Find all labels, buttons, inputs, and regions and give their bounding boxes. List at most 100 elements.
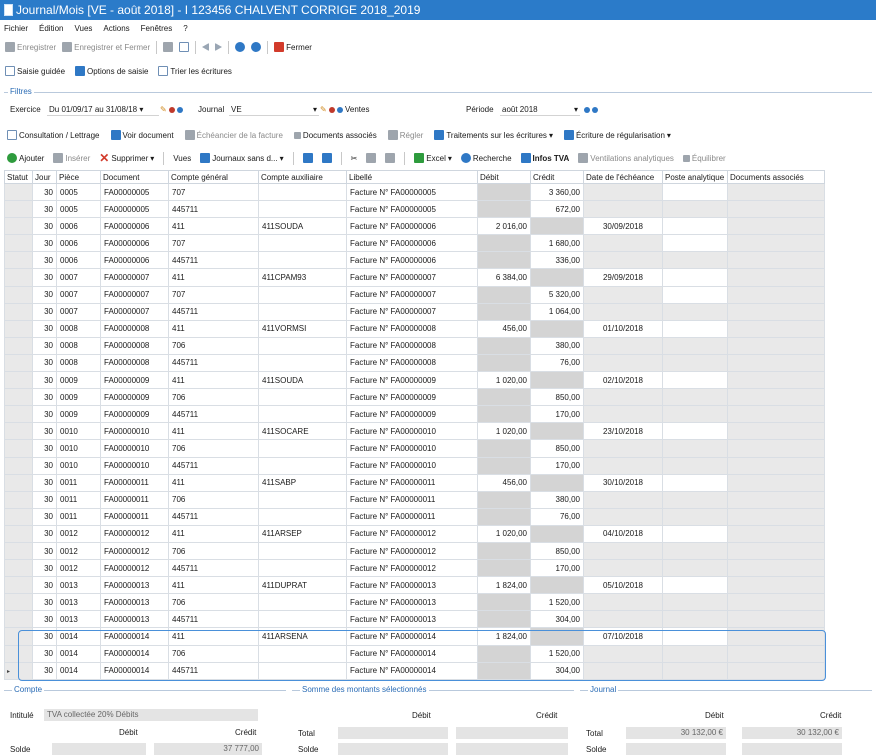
debit-cell[interactable]: 2 016,00	[477, 217, 531, 236]
piece-cell[interactable]: 0009	[56, 405, 101, 424]
document-cell[interactable]: FA00000014	[100, 644, 169, 663]
due-date-cell[interactable]	[583, 490, 663, 509]
undo-button[interactable]	[200, 43, 211, 51]
day-cell[interactable]: 30	[32, 559, 57, 578]
label-cell[interactable]: Facture N° FA00000011	[346, 473, 478, 492]
general-account-cell[interactable]: 445711	[168, 405, 259, 424]
piece-cell[interactable]: 0009	[56, 371, 101, 390]
general-account-cell[interactable]: 445711	[168, 353, 259, 373]
general-account-cell[interactable]: 706	[168, 644, 259, 663]
general-account-cell[interactable]: 445711	[168, 251, 259, 270]
document-cell[interactable]: FA00000011	[100, 473, 169, 492]
document-cell[interactable]: FA00000012	[100, 559, 169, 578]
analytic-cell[interactable]	[662, 268, 728, 287]
table-row[interactable]: 30 0010 FA00000010 445711 Facture N° FA00000…	[4, 456, 825, 475]
cut-button[interactable]: ✂	[349, 154, 360, 163]
status-cell[interactable]	[4, 422, 33, 441]
due-date-cell[interactable]	[583, 593, 663, 612]
document-cell[interactable]: FA00000007	[100, 268, 169, 287]
table-row[interactable]: 30 0006 FA00000006 411 411SOUDA Facture N° FA…	[4, 217, 825, 236]
grid-reset-button[interactable]	[320, 153, 334, 163]
due-date-cell[interactable]: 05/10/2018	[583, 576, 663, 595]
debit-cell[interactable]: 456,00	[477, 473, 531, 492]
aux-account-cell[interactable]	[258, 182, 347, 202]
debit-cell[interactable]	[477, 302, 531, 321]
menu-fichier[interactable]: Fichier	[4, 24, 28, 33]
document-cell[interactable]: FA00000014	[100, 627, 169, 646]
analytic-cell[interactable]	[662, 644, 728, 663]
general-account-cell[interactable]: 707	[168, 234, 259, 253]
redo-button[interactable]	[213, 43, 224, 51]
table-row[interactable]: 30 0006 FA00000006 445711 Facture N° FA00000…	[4, 251, 825, 270]
analytic-cell[interactable]	[662, 422, 728, 441]
day-cell[interactable]: 30	[32, 182, 57, 202]
add-button[interactable]: Ajouter	[5, 153, 46, 163]
excel-button[interactable]: Excel ▾	[412, 153, 454, 163]
day-cell[interactable]: 30	[32, 285, 57, 304]
analytic-cell[interactable]	[662, 661, 728, 680]
document-cell[interactable]: FA00000008	[100, 353, 169, 373]
table-row[interactable]: 30 0007 FA00000007 411 411CPAM93 Facture N° F…	[4, 268, 825, 287]
day-cell[interactable]: 30	[32, 371, 57, 390]
print-button[interactable]	[161, 42, 175, 52]
label-cell[interactable]: Facture N° FA00000007	[346, 268, 478, 287]
status-cell[interactable]	[4, 439, 33, 458]
document-cell[interactable]: FA00000006	[100, 234, 169, 253]
general-account-cell[interactable]: 707	[168, 182, 259, 202]
associated-docs-cell[interactable]	[727, 610, 825, 629]
aux-account-cell[interactable]	[258, 559, 347, 578]
label-cell[interactable]: Facture N° FA00000013	[346, 593, 478, 612]
associated-docs-cell[interactable]	[727, 302, 825, 321]
day-cell[interactable]: 30	[32, 405, 57, 424]
day-cell[interactable]: 30	[32, 473, 57, 492]
aux-account-cell[interactable]: 411DUPRAT	[258, 576, 347, 595]
associated-docs-cell[interactable]	[727, 336, 825, 355]
menu-fenetres[interactable]: Fenêtres	[141, 24, 173, 33]
piece-cell[interactable]: 0007	[56, 268, 101, 287]
entry-options-button[interactable]: Options de saisie	[73, 66, 150, 76]
piece-cell[interactable]: 0013	[56, 593, 101, 612]
close-button[interactable]: Fermer	[272, 42, 314, 52]
preview-button[interactable]	[177, 42, 191, 52]
table-row[interactable]: 30 0011 FA00000011 706 Facture N° FA00000011…	[4, 490, 825, 509]
column-header[interactable]: Pièce	[56, 170, 101, 184]
piece-cell[interactable]: 0006	[56, 217, 101, 236]
aux-account-cell[interactable]	[258, 353, 347, 373]
general-account-cell[interactable]: 445711	[168, 456, 259, 475]
analytic-cell[interactable]	[662, 388, 728, 407]
label-cell[interactable]: Facture N° FA00000005	[346, 200, 478, 219]
due-date-cell[interactable]	[583, 234, 663, 253]
day-cell[interactable]: 30	[32, 610, 57, 629]
debit-cell[interactable]: 1 824,00	[477, 627, 531, 646]
piece-cell[interactable]: 0011	[56, 490, 101, 509]
analytic-cell[interactable]	[662, 473, 728, 492]
table-row[interactable]: 30 0011 FA00000011 411 411SABP Facture N° FA0…	[4, 473, 825, 492]
aux-account-cell[interactable]: 411CPAM93	[258, 268, 347, 287]
debit-cell[interactable]	[477, 644, 531, 663]
search-icon[interactable]	[176, 106, 183, 113]
label-cell[interactable]: Facture N° FA00000009	[346, 388, 478, 407]
aux-account-cell[interactable]: 411ARSENA	[258, 627, 347, 646]
day-cell[interactable]: 30	[32, 507, 57, 526]
debit-cell[interactable]	[477, 285, 531, 304]
aux-account-cell[interactable]	[258, 593, 347, 612]
piece-cell[interactable]: 0014	[56, 661, 101, 680]
delete-button[interactable]: ✕ Supprimer ▾	[97, 152, 156, 164]
day-cell[interactable]: 30	[32, 200, 57, 219]
settle-button[interactable]: Régler	[386, 130, 426, 140]
debit-cell[interactable]: 1 020,00	[477, 371, 531, 390]
day-cell[interactable]: 30	[32, 661, 57, 680]
label-cell[interactable]: Facture N° FA00000011	[346, 507, 478, 526]
status-cell[interactable]	[4, 473, 33, 492]
analytic-cell[interactable]	[662, 439, 728, 458]
document-cell[interactable]: FA00000006	[100, 217, 169, 236]
status-cell[interactable]	[4, 388, 33, 407]
due-date-cell[interactable]	[583, 644, 663, 663]
general-account-cell[interactable]: 411	[168, 576, 259, 595]
label-cell[interactable]: Facture N° FA00000008	[346, 353, 478, 373]
due-date-cell[interactable]: 07/10/2018	[583, 627, 663, 646]
consultation-button[interactable]: Consultation / Lettrage	[5, 130, 102, 140]
associated-docs-cell[interactable]	[727, 405, 825, 424]
analytic-cell[interactable]	[662, 217, 728, 236]
due-date-cell[interactable]: 29/09/2018	[583, 268, 663, 287]
